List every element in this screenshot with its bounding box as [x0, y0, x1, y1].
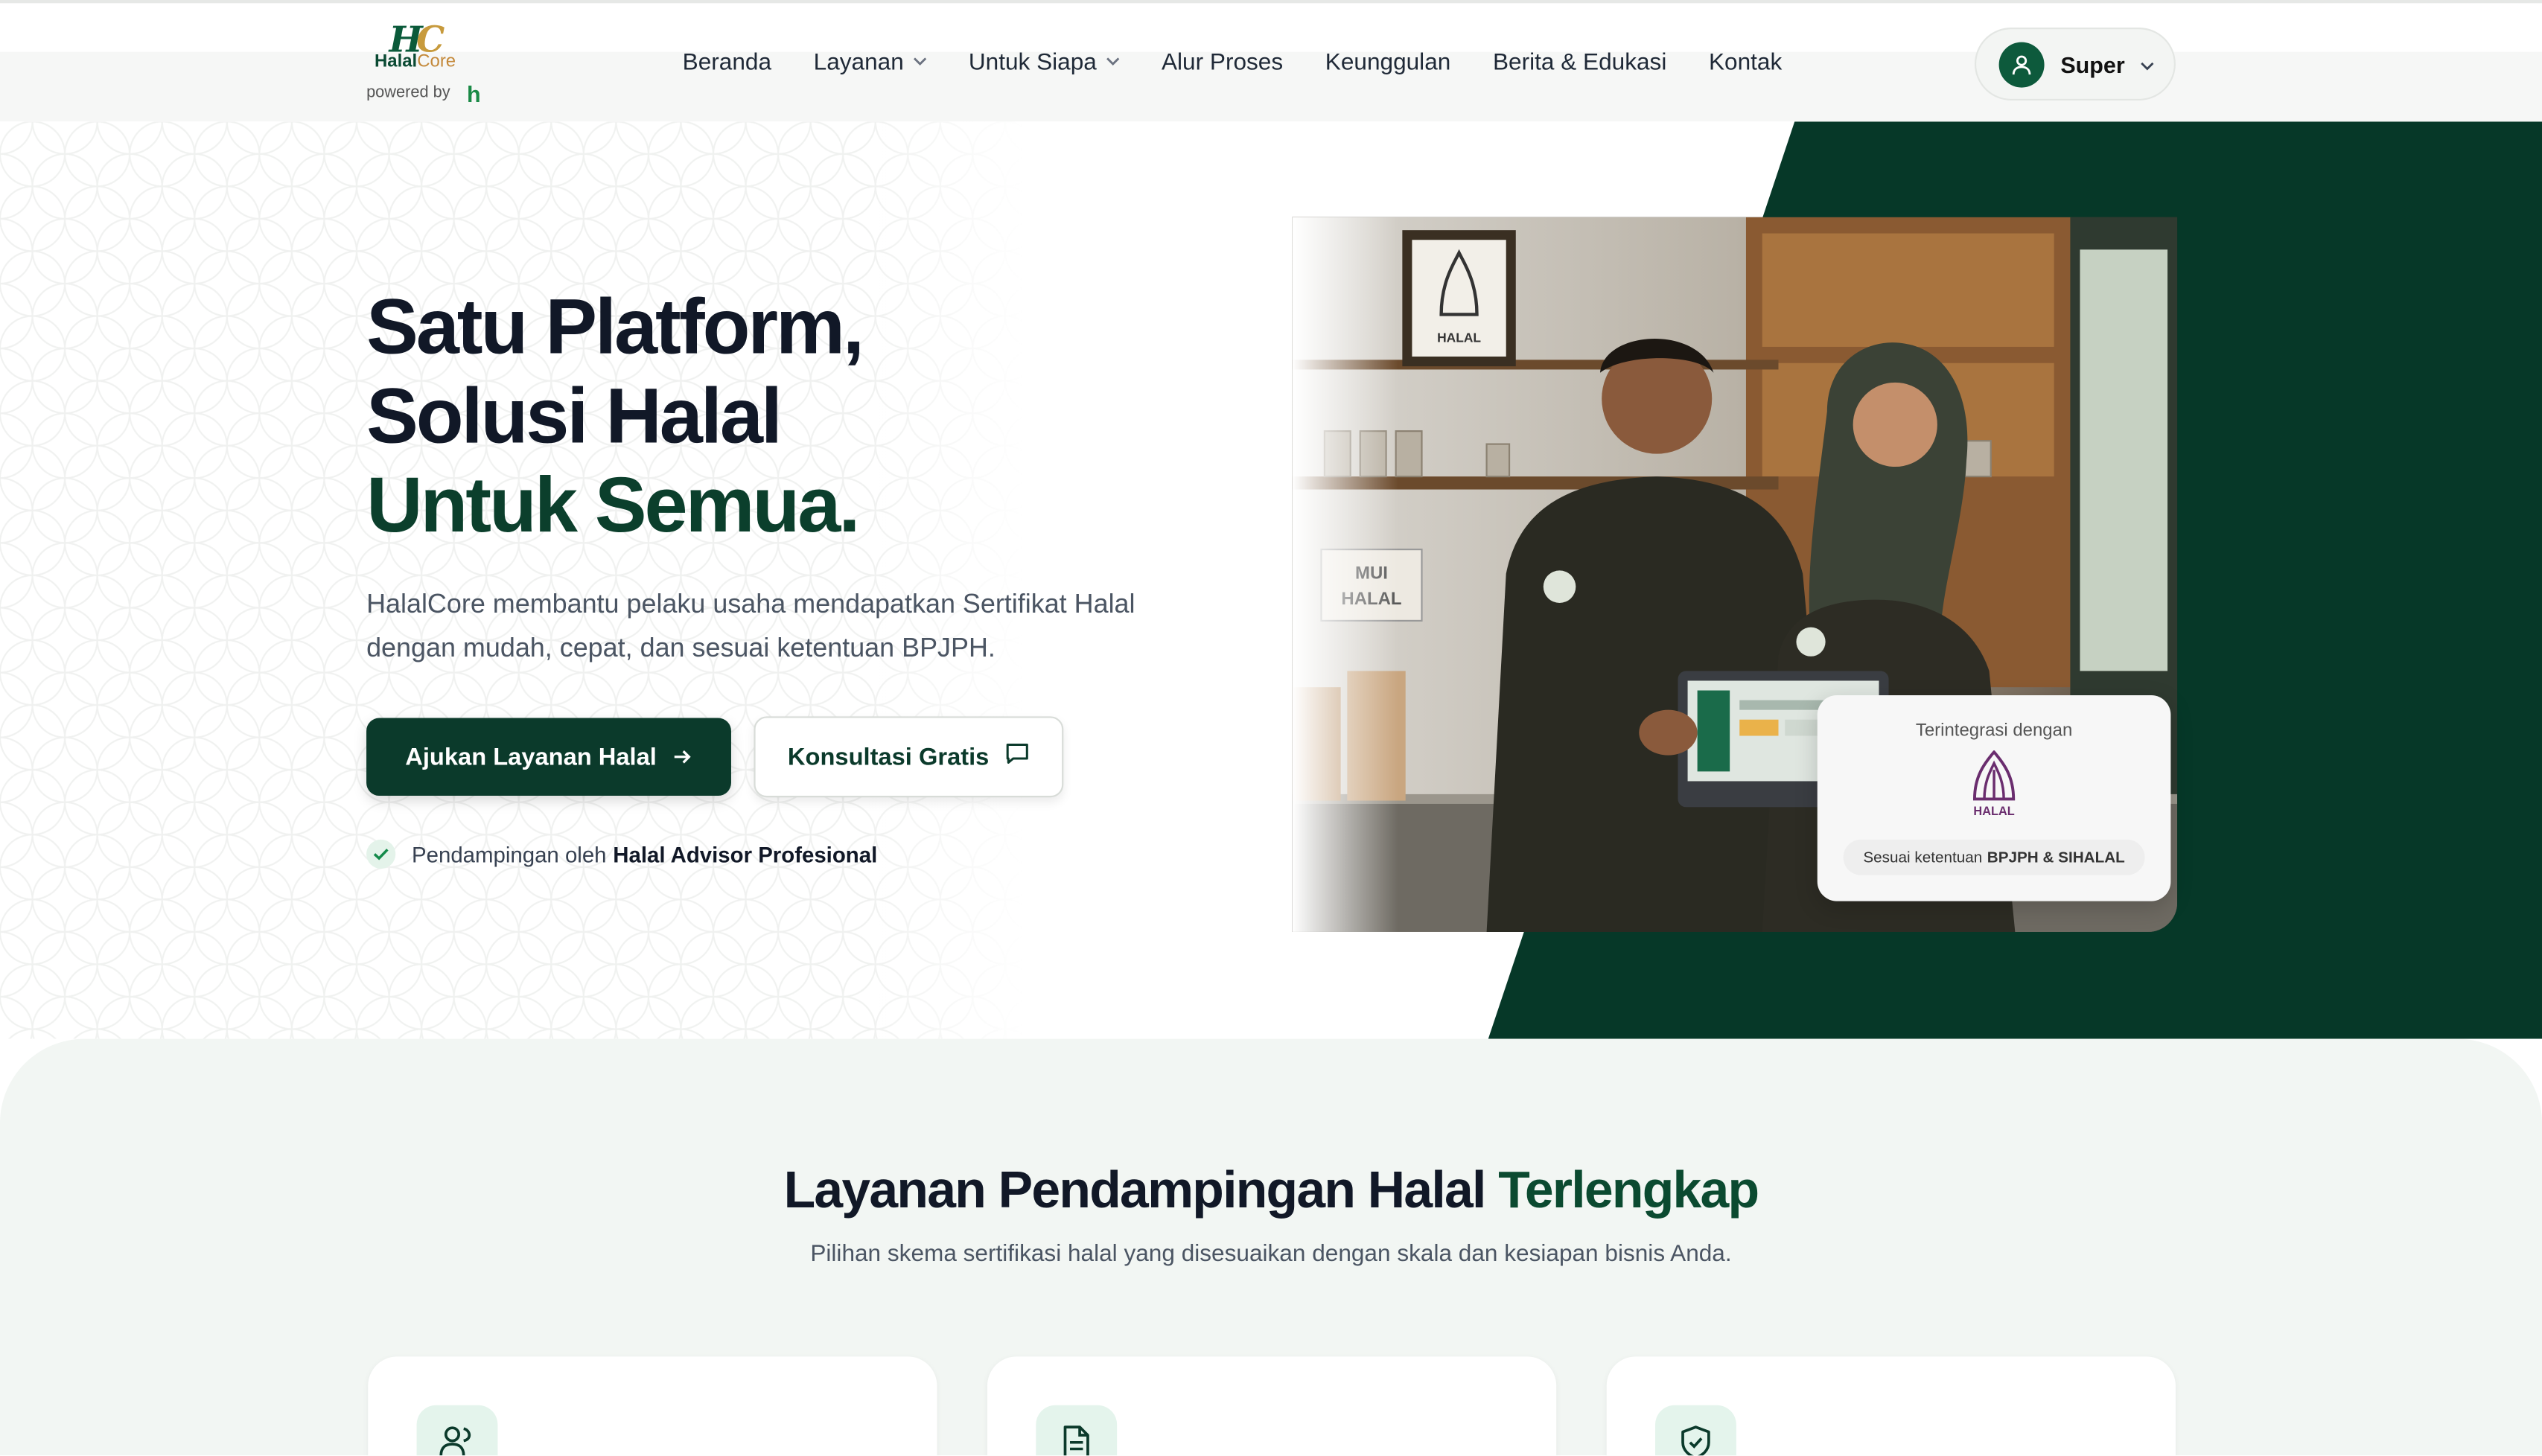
halal-indonesia-logo: HALAL — [1972, 750, 2016, 818]
services-title-accent: Terlengkap — [1498, 1160, 1759, 1219]
arrow-right-icon — [673, 743, 692, 770]
pill-prefix: Sesuai ketentuan — [1863, 848, 1983, 866]
button-label: Konsultasi Gratis — [787, 743, 990, 771]
advisor-strong: Halal Advisor Profesional — [613, 842, 878, 866]
services-title: Layanan Pendampingan Halal Terlengkap — [0, 1160, 2542, 1221]
powered-by-logo: h — [467, 80, 481, 107]
ajukan-layanan-button[interactable]: Ajukan Layanan Halal — [366, 718, 731, 796]
integration-label: Terintegrasi dengan — [1915, 721, 2073, 741]
service-card[interactable] — [368, 1356, 937, 1456]
users-icon — [416, 1405, 498, 1456]
hero-title-line1: Satu Platform, — [366, 285, 864, 371]
nav-untuk-siapa[interactable]: Untuk Siapa — [968, 50, 1121, 77]
nav-label: Kontak — [1708, 50, 1783, 77]
svg-text:HALAL: HALAL — [1973, 805, 2014, 818]
hero-section: Satu Platform, Solusi Halal Untuk Semua.… — [0, 121, 2542, 1039]
nav-berita-edukasi[interactable]: Berita & Edukasi — [1493, 50, 1666, 76]
document-icon — [1036, 1405, 1118, 1456]
powered-by-label: powered by — [366, 84, 450, 103]
main-nav: Beranda Layanan Untuk Siapa Alur Proses … — [683, 50, 1824, 76]
nav-label: Keunggulan — [1325, 50, 1451, 77]
chevron-down-icon — [2139, 49, 2154, 78]
service-card[interactable] — [987, 1356, 1557, 1456]
hero-title-line2: Solusi Halal — [366, 374, 783, 461]
konsultasi-gratis-button[interactable]: Konsultasi Gratis — [754, 716, 1064, 798]
nav-alur-proses[interactable]: Alur Proses — [1162, 50, 1283, 76]
advisor-prefix: Pendampingan oleh — [412, 842, 607, 866]
service-card[interactable] — [1606, 1356, 2176, 1456]
site-header: HC HalalCore powered by h Beranda Layana… — [0, 0, 2542, 122]
nav-label: Beranda — [682, 50, 772, 77]
nav-label: Layanan — [813, 50, 904, 77]
chevron-down-icon — [914, 57, 928, 69]
nav-label: Berita & Edukasi — [1492, 50, 1667, 77]
services-subtitle: Pilihan skema sertifikasi halal yang dis… — [810, 1241, 1732, 1268]
nav-keunggulan[interactable]: Keunggulan — [1325, 50, 1451, 76]
nav-kontak[interactable]: Kontak — [1709, 50, 1782, 76]
advisor-note: Pendampingan oleh Halal Advisor Profesio… — [366, 839, 878, 869]
user-name: Super — [2060, 51, 2125, 77]
user-menu-button[interactable]: Super — [1974, 28, 2176, 100]
button-label: Ajukan Layanan Halal — [405, 743, 657, 771]
nav-beranda[interactable]: Beranda — [683, 50, 771, 76]
hero-title-line3: Untuk Semua. — [366, 463, 860, 550]
services-title-main: Layanan Pendampingan Halal — [783, 1160, 1487, 1219]
halalcore-logo[interactable]: HC HalalCore powered by h — [366, 16, 512, 114]
pill-strong: BPJPH & SIHALAL — [1987, 848, 2125, 866]
nav-label: Untuk Siapa — [968, 50, 1097, 77]
compliance-pill: Sesuai ketentuan BPJPH & SIHALAL — [1843, 839, 2145, 875]
chevron-down-icon — [1106, 57, 1121, 69]
logo-wordmark: HalalCore — [374, 51, 456, 71]
shield-check-icon — [1655, 1405, 1736, 1456]
hero-title: Satu Platform, Solusi Halal Untuk Semua. — [366, 284, 864, 551]
integration-card: Terintegrasi dengan HALAL Sesuai ketentu… — [1817, 695, 2171, 901]
nav-label: Alur Proses — [1161, 50, 1284, 77]
hero-description: HalalCore membantu pelaku usaha mendapat… — [366, 590, 1135, 663]
nav-layanan[interactable]: Layanan — [813, 50, 928, 77]
services-section: Layanan Pendampingan Halal Terlengkap Pi… — [0, 1038, 2542, 1456]
check-icon — [366, 839, 396, 869]
user-icon — [1998, 41, 2045, 87]
chat-icon — [1005, 742, 1030, 771]
